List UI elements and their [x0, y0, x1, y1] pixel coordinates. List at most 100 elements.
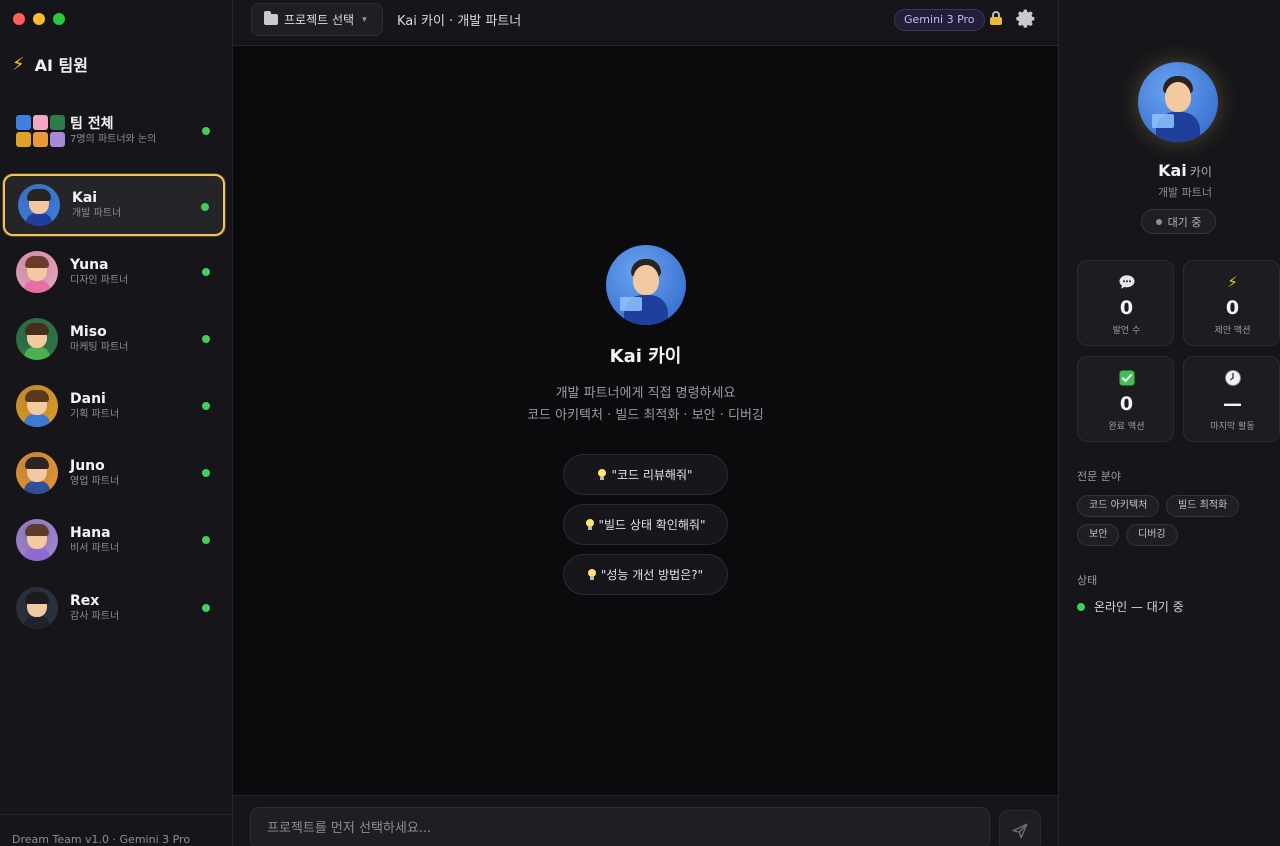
member-name: Miso — [70, 324, 107, 340]
team-name: 팀 전체 — [70, 116, 114, 132]
stat-card-proposals: ⚡ 0 제안 액션 — [1183, 260, 1280, 346]
brand-title: AI 팀원 — [34, 56, 88, 75]
status-line: 온라인 — 대기 중 — [1077, 598, 1184, 615]
stat-label: 제안 액션 — [1214, 326, 1251, 336]
stat-value: 0 — [1119, 297, 1134, 319]
chat-title: Kai 카이 · 개발 파트너 — [397, 14, 522, 29]
message-input[interactable] — [250, 807, 990, 846]
send-icon — [1012, 823, 1028, 839]
sidebar-item-yuna[interactable]: Yuna 디자인 파트너 — [8, 241, 224, 303]
chat-area: Kai 카이 개발 파트너에게 직접 명령하세요 코드 아키텍처 · 빌드 최적… — [233, 46, 1058, 795]
status-title: 상태 — [1077, 574, 1098, 587]
member-role: 비서 파트너 — [70, 543, 120, 554]
stat-label: 마지막 활동 — [1210, 422, 1255, 432]
sidebar-item-kai[interactable]: Kai 개발 파트너 — [3, 174, 225, 236]
sidebar: ⚡ AI 팀원 팀 전체 7명의 파트너와 논의 Kai 개발 파트너 Yuna 디자… — [0, 0, 233, 846]
composer — [233, 795, 1058, 846]
expertise-chip: 디버깅 — [1126, 524, 1178, 546]
member-name: Juno — [70, 458, 105, 474]
project-select-label: 프로젝트 선택 — [284, 13, 355, 27]
profile-name-ko: 카이 — [1189, 165, 1212, 179]
lightbulb-icon — [585, 519, 594, 530]
avatar — [18, 184, 60, 226]
minimize-window-button[interactable] — [33, 13, 45, 25]
sidebar-item-dani[interactable]: Dani 기획 파트너 — [8, 375, 224, 437]
member-role: 감사 파트너 — [70, 611, 120, 622]
online-dot — [202, 335, 210, 343]
project-select-button[interactable]: 프로젝트 선택 ▾ — [251, 3, 383, 36]
stat-label: 완료 액션 — [1108, 422, 1145, 432]
member-role: 디자인 파트너 — [70, 275, 129, 286]
expertise-chip: 보안 — [1077, 524, 1120, 546]
profile-role: 개발 파트너 — [1157, 186, 1213, 199]
window-controls — [13, 13, 65, 25]
sidebar-footer: Dream Team v1.0 · Gemini 3 Pro — [0, 814, 233, 846]
member-name: Dani — [70, 391, 106, 407]
lightbulb-icon — [587, 569, 596, 580]
expertise-title: 전문 분야 — [1077, 470, 1121, 483]
stat-label: 발언 수 — [1112, 326, 1141, 336]
profile-name: Kai 카이 — [1059, 161, 1280, 180]
send-button[interactable] — [999, 810, 1041, 846]
model-badge[interactable]: Gemini 3 Pro — [894, 9, 985, 31]
chevron-down-icon: ▾ — [362, 14, 367, 25]
sidebar-brand: ⚡ AI 팀원 — [12, 52, 88, 76]
expertise-chip: 빌드 최적화 — [1166, 495, 1240, 517]
status-badge: 대기 중 — [1141, 209, 1216, 234]
sidebar-item-team[interactable]: 팀 전체 7명의 파트너와 논의 — [8, 100, 224, 162]
sidebar-item-juno[interactable]: Juno 영업 파트너 — [8, 442, 224, 504]
sidebar-item-hana[interactable]: Hana 비서 파트너 — [8, 509, 224, 571]
agent-name: Kai 카이 — [609, 346, 682, 367]
suggestion-chip[interactable]: "빌드 상태 확인해줘" — [563, 504, 728, 545]
suggestion-label: "코드 리뷰해줘" — [611, 468, 693, 482]
avatar — [16, 519, 58, 561]
topbar: 프로젝트 선택 ▾ Kai 카이 · 개발 파트너 Gemini 3 Pro — [233, 0, 1058, 46]
avatar — [16, 385, 58, 427]
member-role: 개발 파트너 — [72, 208, 122, 219]
avatar — [16, 318, 58, 360]
status-dot — [1155, 218, 1162, 225]
suggestion-chip[interactable]: "코드 리뷰해줘" — [563, 454, 728, 495]
team-sub: 7명의 파트너와 논의 — [70, 134, 157, 145]
avatar — [16, 452, 58, 494]
suggestion-label: "성능 개선 방법은?" — [600, 568, 704, 582]
online-dot — [202, 127, 210, 135]
status-badge-label: 대기 중 — [1167, 215, 1202, 229]
online-dot — [202, 469, 210, 477]
suggestion-chip[interactable]: "성능 개선 방법은?" — [563, 554, 728, 595]
gear-icon[interactable] — [1016, 8, 1036, 28]
stat-value: 0 — [1225, 297, 1240, 319]
profile-avatar — [1138, 62, 1218, 142]
member-role: 영업 파트너 — [70, 476, 120, 487]
sidebar-item-miso[interactable]: Miso 마케팅 파트너 — [8, 308, 224, 370]
stat-card-messages: 0 발언 수 — [1077, 260, 1174, 346]
stat-card-completed: 0 완료 액션 — [1077, 356, 1174, 442]
close-window-button[interactable] — [13, 13, 25, 25]
profile-name-en: Kai — [1158, 161, 1187, 180]
agent-skills: 코드 아키텍처 · 빌드 최적화 · 보안 · 디버깅 — [527, 408, 764, 423]
lightbulb-icon — [598, 469, 607, 480]
member-name: Hana — [70, 525, 111, 541]
member-role: 마케팅 파트너 — [70, 342, 129, 353]
team-avatar-grid-icon — [16, 115, 65, 147]
app-window: ⚡ AI 팀원 팀 전체 7명의 파트너와 논의 Kai 개발 파트너 Yuna 디자… — [0, 0, 1280, 846]
expertise-chip: 코드 아키텍처 — [1077, 495, 1160, 517]
agent-intro: 개발 파트너에게 직접 명령하세요 — [555, 386, 736, 401]
online-dot — [202, 536, 210, 544]
agent-avatar — [606, 245, 686, 325]
lock-icon[interactable] — [989, 11, 1003, 25]
avatar — [16, 251, 58, 293]
online-dot — [202, 402, 210, 410]
sidebar-item-rex[interactable]: Rex 감사 파트너 — [8, 577, 224, 639]
check-box-icon — [1119, 370, 1134, 386]
online-dot — [1077, 602, 1085, 611]
folder-icon — [264, 11, 278, 25]
member-name: Kai — [72, 190, 98, 206]
member-name: Rex — [70, 593, 100, 609]
member-role: 기획 파트너 — [70, 409, 120, 420]
suggestion-label: "빌드 상태 확인해줘" — [598, 518, 706, 532]
online-dot — [202, 604, 210, 612]
stat-value: — — [1223, 393, 1242, 415]
clock-icon — [1224, 370, 1241, 386]
maximize-window-button[interactable] — [53, 13, 65, 25]
